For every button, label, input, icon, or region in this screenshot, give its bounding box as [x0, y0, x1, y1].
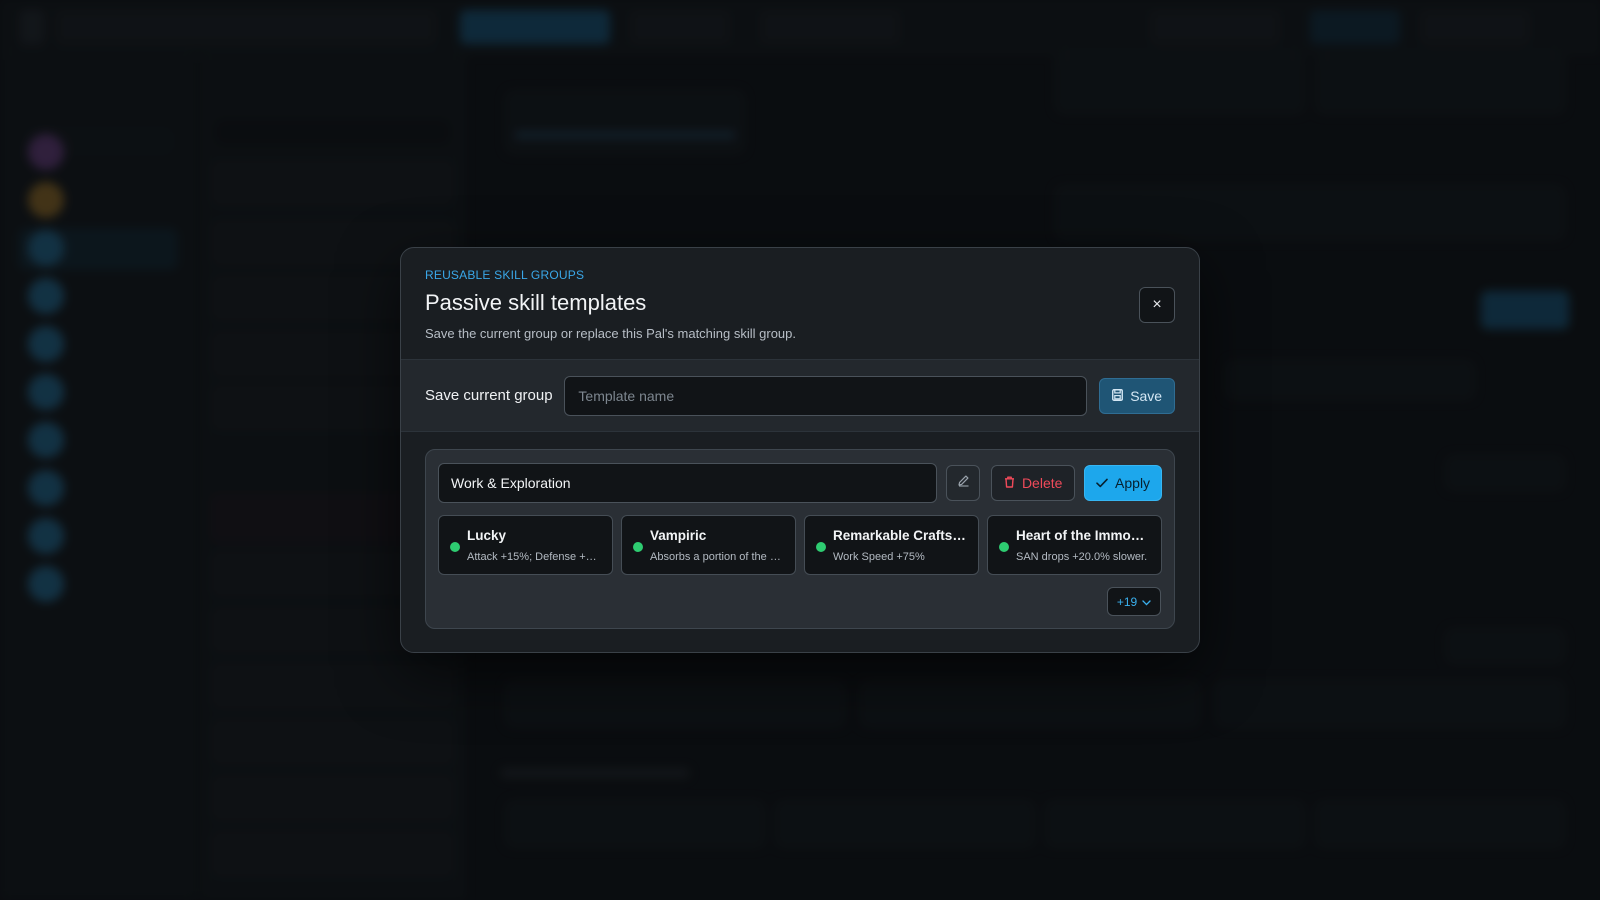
modal-header: REUSABLE SKILL GROUPS Passive skill temp… [401, 248, 1199, 360]
modal-eyebrow: REUSABLE SKILL GROUPS [425, 268, 585, 282]
save-button[interactable]: Save [1099, 377, 1175, 414]
delete-button[interactable]: Delete [991, 465, 1076, 501]
rename-button[interactable] [946, 465, 981, 501]
pencil-icon [957, 474, 970, 492]
skill-description: Work Speed +75% [833, 551, 925, 563]
apply-button[interactable]: Apply [1084, 465, 1162, 501]
skill-status-dot [816, 542, 826, 552]
skill-name: Vampiric [650, 528, 707, 543]
show-more-skills-button[interactable]: +19 [1107, 587, 1161, 616]
close-icon: × [1152, 296, 1162, 313]
template-card: Delete Apply Lucky Attack +15%; Defense … [425, 449, 1175, 629]
more-count: +19 [1116, 594, 1138, 609]
passive-skill-templates-modal: REUSABLE SKILL GROUPS Passive skill temp… [400, 247, 1200, 653]
modal-title: Passive skill templates [425, 290, 647, 315]
skill-name: Heart of the Immovable King [1016, 528, 1151, 543]
save-current-group-row: Save current group Save [401, 360, 1199, 432]
modal-subtitle: Save the current group or replace this P… [425, 326, 797, 341]
skill-chip[interactable]: Heart of the Immovable King SAN drops +2… [987, 515, 1162, 575]
skill-status-dot [633, 542, 643, 552]
trash-icon [1004, 475, 1015, 491]
template-header: Delete Apply [438, 463, 1162, 503]
check-icon [1096, 475, 1108, 491]
save-group-label: Save current group [425, 387, 553, 404]
skill-description: Absorbs a portion of the damage dealt [650, 551, 785, 563]
skill-chip[interactable]: Lucky Attack +15%; Defense +15% [438, 515, 613, 575]
chevron-down-icon [1142, 595, 1151, 609]
skill-chip[interactable]: Vampiric Absorbs a portion of the damage… [621, 515, 796, 575]
skill-list: Lucky Attack +15%; Defense +15% Vampiric… [438, 515, 1162, 575]
skill-description: SAN drops +20.0% slower. [1016, 551, 1148, 563]
delete-button-label: Delete [1021, 475, 1063, 491]
close-button[interactable]: × [1139, 287, 1175, 323]
save-button-label: Save [1130, 387, 1163, 404]
skill-description: Attack +15%; Defense +15% [467, 551, 602, 563]
apply-button-label: Apply [1115, 475, 1151, 491]
skill-name: Lucky [467, 528, 507, 543]
floppy-disk-icon [1112, 388, 1124, 404]
template-name-input[interactable] [564, 375, 1088, 416]
skill-name: Remarkable Craftsmanship [833, 528, 968, 543]
skill-status-dot [450, 542, 460, 552]
template-name-field[interactable] [438, 463, 938, 503]
skill-chip[interactable]: Remarkable Craftsmanship Work Speed +75% [804, 515, 979, 575]
skill-status-dot [999, 542, 1009, 552]
